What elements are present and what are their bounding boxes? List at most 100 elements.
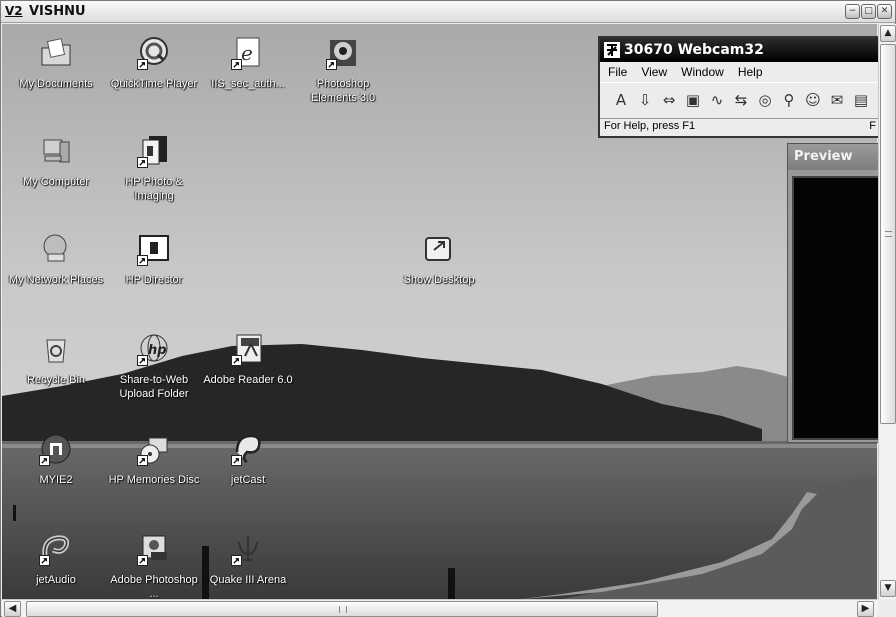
save-icon[interactable]: ▣ [684, 91, 702, 111]
shortcut-arrow-icon [326, 59, 337, 70]
menu-view[interactable]: View [641, 62, 667, 82]
quicktime-icon [137, 36, 171, 70]
shortcut-arrow-icon [137, 255, 148, 266]
desktop-icon-recycle-bin[interactable]: Recycle Bin [8, 332, 104, 387]
menu-help[interactable]: Help [738, 62, 763, 82]
desktop-icon-hp-director[interactable]: HP Director [106, 232, 202, 287]
desktop-icon-share-to-web[interactable]: hp Share-to-Web Upload Folder [106, 332, 202, 401]
desktop-icon-myie2[interactable]: MYIE2 [8, 432, 104, 487]
resize-grip-icon[interactable] [878, 599, 896, 617]
icon-label: HP Photo & Imaging [125, 176, 183, 202]
photoshop-icon [137, 532, 171, 566]
desktop-icon-photoshop-elements[interactable]: Photoshop Elements 3.0 [295, 36, 391, 105]
horizontal-scroll-thumb[interactable] [26, 601, 658, 617]
svg-text:e: e [241, 41, 253, 65]
desktop-icon-show-desktop[interactable]: Show Desktop [391, 232, 487, 287]
icon-label: QuickTime Player [110, 78, 198, 90]
desktop-icon-jetaudio[interactable]: jetAudio [8, 532, 104, 587]
desktop-icon-my-documents[interactable]: My Documents [8, 36, 104, 91]
webcam-title: 30670 Webcam32 [624, 42, 764, 58]
shortcut-arrow-icon [39, 555, 50, 566]
restore-button[interactable]: □ [861, 4, 876, 19]
jetcast-icon [231, 432, 265, 466]
smiley-icon[interactable]: ☺ [804, 91, 822, 111]
quake-icon [231, 532, 265, 566]
status-text: For Help, press F1 [604, 120, 696, 132]
scroll-up-button[interactable]: ▲ [880, 25, 896, 42]
icon-label: HP Memories Disc [108, 474, 200, 486]
transfer-icon[interactable]: ⇔ [660, 91, 678, 111]
desktop-icon-hp-memories-disc[interactable]: HP Memories Disc [106, 432, 202, 487]
shortcut-arrow-icon [231, 555, 242, 566]
hp-photo-icon [137, 134, 171, 168]
desktop-icon-jetcast[interactable]: jetCast [200, 432, 296, 487]
desktop-icon-my-network-places[interactable]: My Network Places [8, 232, 104, 287]
vertical-scroll-thumb[interactable] [880, 44, 896, 424]
icon-label: My Computer [22, 176, 90, 188]
scroll-left-button[interactable]: ◀ [4, 601, 21, 617]
icon-label: My Documents [19, 78, 93, 90]
menu-window[interactable]: Window [681, 62, 724, 82]
icon-label: jetCast [230, 474, 266, 486]
network-icon [39, 232, 73, 266]
shortcut-arrow-icon [39, 455, 50, 466]
menu-file[interactable]: File [608, 62, 627, 82]
window-titlebar[interactable]: V2 VISHNU − □ ✕ [1, 1, 895, 23]
swap-icon[interactable]: ⇆ [732, 91, 750, 111]
desktop-icon-adobe-reader[interactable]: Adobe Reader 6.0 [200, 332, 296, 387]
icon-label: Quake III Arena [209, 574, 287, 586]
horizontal-scrollbar[interactable]: ◀ ▶ [2, 599, 878, 617]
shortcut-arrow-icon [137, 59, 148, 70]
webcam-menubar: File View Window Help [600, 62, 878, 82]
svg-text:hp: hp [148, 343, 167, 358]
desktop-icon-iis-sec-auth[interactable]: e IIS_sec_auth... [200, 36, 296, 91]
capture-icon[interactable]: ◎ [756, 91, 774, 111]
grip-icon [885, 231, 892, 237]
book-icon[interactable]: ▤ [852, 91, 870, 111]
desktop-icon-my-computer[interactable]: My Computer [8, 134, 104, 189]
wave-icon[interactable]: ∿ [708, 91, 726, 111]
icon-label: HP Director [125, 274, 183, 286]
shortcut-arrow-icon [231, 455, 242, 466]
desktop-icon-adobe-photoshop[interactable]: Adobe Photoshop ... [106, 532, 202, 599]
icon-label: Show Desktop [403, 274, 475, 286]
myie2-icon [39, 432, 73, 466]
icon-label: jetAudio [36, 574, 76, 586]
folder-document-icon [39, 36, 73, 70]
globe-hp-icon: hp [137, 332, 171, 366]
minimize-button[interactable]: − [845, 4, 860, 19]
webcam-window[interactable]: 30670 Webcam32 File View Window Help A ⇩… [598, 36, 880, 138]
search-icon[interactable]: ⚲ [780, 91, 798, 111]
webcam-titlebar[interactable]: 30670 Webcam32 [600, 38, 878, 62]
jetaudio-icon [39, 532, 73, 566]
remote-desktop-window: V2 VISHNU − □ ✕ My Documents QuickTime P… [0, 0, 896, 617]
text-tool-icon[interactable]: A [612, 91, 630, 111]
desktop-icon-hp-photo-imaging[interactable]: HP Photo & Imaging [106, 134, 202, 203]
show-desktop-icon [422, 232, 456, 266]
desktop-icon-quicktime-player[interactable]: QuickTime Player [106, 36, 202, 91]
webcam-statusbar: For Help, press F1 F [600, 118, 878, 134]
vertical-scrollbar[interactable]: ▲ ▼ [878, 24, 896, 599]
window-controls: − □ ✕ [845, 4, 892, 19]
scroll-down-button[interactable]: ▼ [880, 580, 896, 597]
app-logo: V2 [5, 4, 23, 18]
close-button[interactable]: ✕ [877, 4, 892, 19]
shortcut-arrow-icon [231, 59, 242, 70]
shortcut-arrow-icon [137, 455, 148, 466]
internet-explorer-icon: e [231, 36, 265, 70]
scroll-right-button[interactable]: ▶ [857, 601, 874, 617]
shortcut-arrow-icon [137, 157, 148, 168]
shortcut-arrow-icon [137, 555, 148, 566]
icon-label: MYIE2 [39, 474, 73, 486]
icon-label: Adobe Photoshop ... [110, 574, 198, 599]
adobe-reader-icon [231, 332, 265, 366]
chat-icon[interactable]: ✉ [828, 91, 846, 111]
hp-director-icon [137, 232, 171, 266]
shortcut-arrow-icon [137, 355, 148, 366]
download-icon[interactable]: ⇩ [636, 91, 654, 111]
preview-titlebar[interactable]: Preview [788, 144, 879, 170]
computer-icon [39, 134, 73, 168]
preview-window[interactable]: Preview [787, 143, 882, 443]
desktop-icon-quake3[interactable]: Quake III Arena [200, 532, 296, 587]
icon-label: Recycle Bin [26, 374, 86, 386]
